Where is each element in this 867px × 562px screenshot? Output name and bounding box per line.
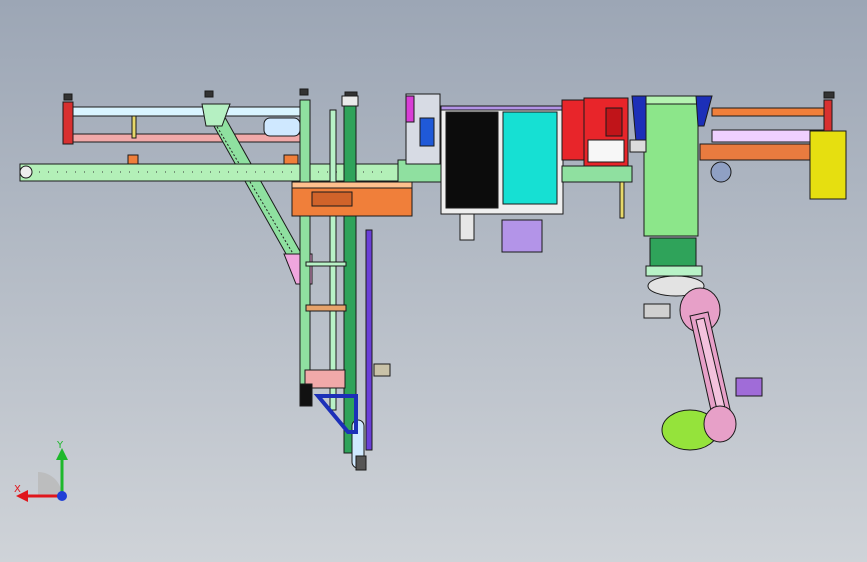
tower-body[interactable] <box>643 95 699 237</box>
yellow-box[interactable] <box>809 130 847 200</box>
rail-foot <box>355 455 367 471</box>
column-left[interactable] <box>299 99 311 391</box>
right-beam-lower <box>699 143 815 161</box>
top-beam-upper[interactable] <box>65 106 307 117</box>
left-gantry-frame[interactable] <box>19 88 413 471</box>
drive-housing-top <box>291 181 413 189</box>
tower-blue-wing-right <box>695 95 713 127</box>
right-bolt <box>823 91 835 99</box>
z-axis-dot <box>57 491 67 501</box>
vertical-rail-purple <box>365 229 373 451</box>
machine-assembly-model[interactable] <box>0 0 867 562</box>
red-cabinet[interactable] <box>561 99 585 161</box>
left-support-post <box>131 115 137 139</box>
cad-viewport[interactable]: Y X <box>0 0 867 562</box>
right-end-plate <box>823 99 833 133</box>
column-cap <box>341 95 359 107</box>
top-bolts <box>63 88 358 101</box>
x-axis-label: X <box>14 484 21 495</box>
beam-bracket <box>127 154 139 165</box>
right-tower-assembly[interactable] <box>629 91 847 237</box>
magenta-actuator <box>405 95 415 123</box>
robot-elbow-joint <box>703 405 737 443</box>
robot-wrist <box>735 377 763 397</box>
red-box-panel <box>587 139 625 163</box>
cabinet-top-strip <box>440 105 564 111</box>
tower-clamp <box>629 139 647 153</box>
cabinet-black-panel[interactable] <box>445 111 499 209</box>
orientation-triad: Y X <box>14 440 68 502</box>
column-cross-bar-2 <box>305 261 347 267</box>
center-machine-module[interactable] <box>397 93 633 253</box>
red-box-window <box>605 107 623 137</box>
robot-arm[interactable] <box>643 237 763 451</box>
cabinet-screen[interactable] <box>502 111 558 205</box>
cabinet-foot-left <box>459 213 475 241</box>
side-bracket <box>373 363 391 377</box>
blue-actuator <box>419 117 435 147</box>
center-green-base <box>561 165 633 183</box>
support-post <box>619 181 625 219</box>
y-axis-label: Y <box>56 440 64 451</box>
robot-motor-side <box>643 303 671 319</box>
right-beam-top[interactable] <box>711 107 831 117</box>
left-end-plate[interactable] <box>62 101 74 145</box>
triad-plane-disc <box>38 472 62 496</box>
tower-top-band <box>643 95 699 105</box>
lilac-box[interactable] <box>501 219 543 253</box>
beam-bracket-2 <box>283 154 299 165</box>
beam-end-roller <box>19 165 33 179</box>
column-cross-bar <box>305 304 347 312</box>
tower-blue-wing-left <box>631 95 647 143</box>
robot-base-plate <box>645 265 703 277</box>
lower-carriage-black <box>299 383 313 407</box>
mid-roller <box>263 117 301 137</box>
right-drive-motor[interactable] <box>710 161 732 183</box>
column-inner-rail <box>329 109 337 411</box>
drive-housing-slot <box>311 191 353 207</box>
